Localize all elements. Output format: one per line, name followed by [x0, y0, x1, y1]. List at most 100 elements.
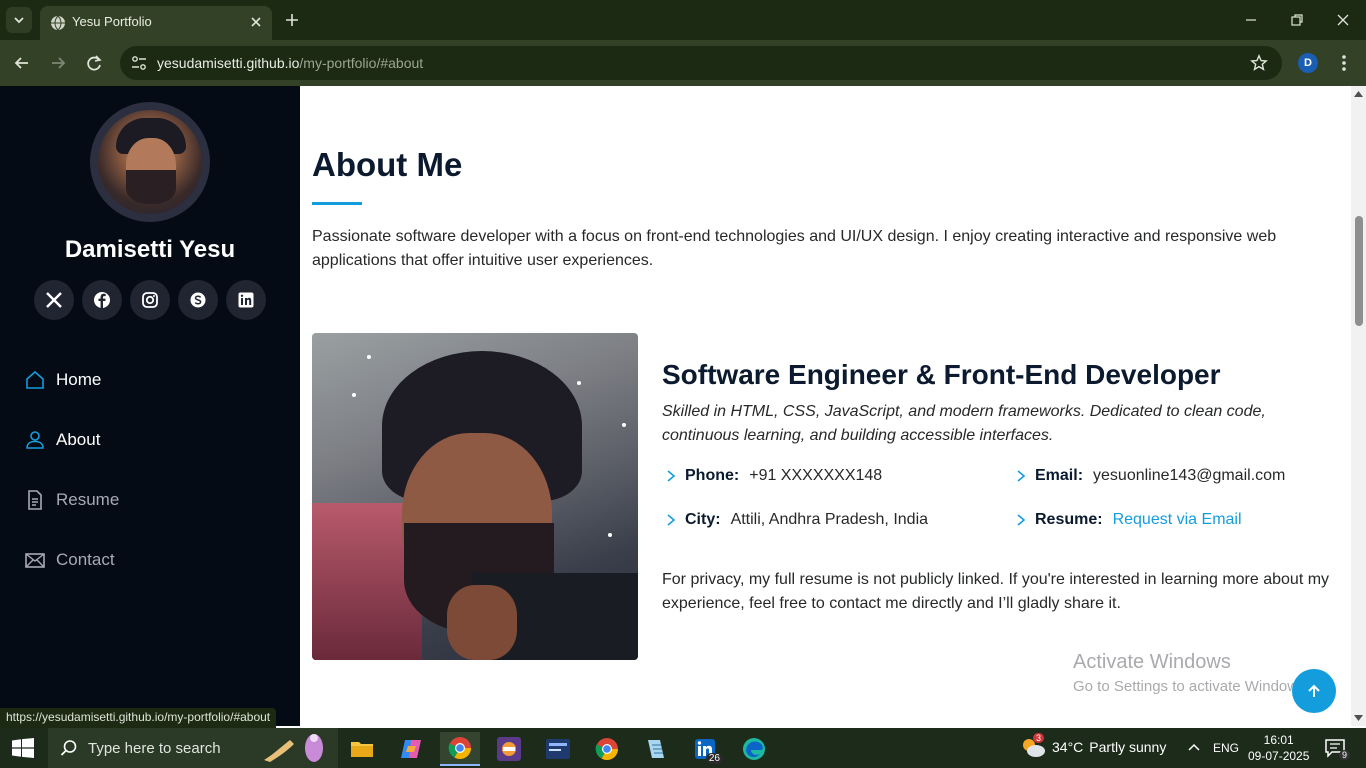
skype-icon	[190, 292, 206, 308]
notification-center[interactable]: 9	[1324, 738, 1350, 760]
taskbar-edge[interactable]	[734, 732, 774, 766]
new-tab-plus-icon[interactable]	[282, 10, 302, 30]
reload-icon[interactable]	[83, 52, 105, 74]
weather-condition: Partly sunny	[1089, 739, 1167, 755]
taskbar-search[interactable]: Type here to search	[48, 728, 338, 768]
site-settings-icon[interactable]	[130, 54, 148, 72]
chevron-right-icon	[667, 470, 676, 482]
clock-time: 16:01	[1263, 733, 1294, 747]
chevron-right-icon	[667, 514, 676, 526]
url-text[interactable]: yesudamisetti.github.io/my-portfolio/#ab…	[157, 55, 423, 71]
tab-search-button[interactable]	[6, 7, 32, 33]
scroll-down-icon[interactable]	[1354, 715, 1363, 721]
address-bar[interactable]: yesudamisetti.github.io/my-portfolio/#ab…	[120, 46, 1282, 80]
instagram-link[interactable]	[130, 280, 170, 320]
nav-label-resume: Resume	[56, 490, 120, 509]
chevron-up-icon[interactable]	[1186, 740, 1202, 756]
minimize-icon[interactable]	[1241, 10, 1261, 30]
search-icon	[60, 740, 77, 756]
nav-item-home[interactable]: Home	[24, 350, 119, 410]
taskbar-app-game[interactable]	[489, 732, 529, 766]
back-arrow-icon[interactable]	[11, 52, 33, 74]
chrome-icon	[448, 737, 471, 759]
taskbar-search-placeholder: Type here to search	[88, 740, 221, 757]
folder-icon	[351, 742, 373, 757]
globe-icon	[51, 15, 65, 31]
taskbar-chrome[interactable]	[587, 732, 627, 766]
nav-item-about[interactable]: About	[24, 410, 119, 470]
edge-icon	[743, 738, 765, 760]
weather-widget[interactable]: 3 34°C Partly sunny	[1020, 733, 1167, 758]
taskbar-file-explorer[interactable]	[342, 732, 382, 766]
game-app-icon	[497, 737, 521, 761]
taskbar-app-mysql[interactable]	[538, 732, 578, 766]
role-title: Software Engineer & Front-End Developer	[662, 359, 1221, 390]
x-twitter-link[interactable]	[34, 280, 74, 320]
city-label: City:	[685, 511, 721, 528]
taskbar-copilot[interactable]	[391, 732, 431, 766]
page-scrollbar[interactable]	[1351, 86, 1366, 726]
about-intro: Passionate software developer with a foc…	[312, 228, 1277, 269]
email-label: Email:	[1035, 467, 1084, 484]
nav-label-home: Home	[56, 370, 102, 389]
bookmark-star-icon[interactable]	[1250, 54, 1268, 72]
copilot-icon	[401, 740, 421, 758]
about-section: About Me Passionate software developer w…	[300, 86, 1351, 726]
taskbar-chrome-profile[interactable]	[440, 732, 480, 766]
info-resume: Resume: Request via Email	[1014, 511, 1242, 529]
temperature: 34°C	[1052, 739, 1084, 755]
facebook-icon	[94, 292, 110, 308]
main-nav: Home About Resume Contact	[24, 350, 119, 590]
section-title: About Me	[312, 146, 463, 183]
chrome-icon	[595, 738, 618, 760]
nav-label-about: About	[56, 430, 101, 449]
browser-toolbar: yesudamisetti.github.io/my-portfolio/#ab…	[0, 40, 1366, 86]
nav-label-contact: Contact	[56, 550, 115, 569]
notepad-icon	[648, 740, 664, 758]
taskbar-app-notepad[interactable]	[636, 732, 676, 766]
search-highlight-icon	[264, 734, 323, 762]
facebook-link[interactable]	[82, 280, 122, 320]
windows-taskbar: Type here to search 26 3 34°C Partly sun…	[0, 728, 1366, 768]
phone-value: +91 XXXXXXX148	[749, 467, 883, 484]
clock[interactable]: 16:01 09-07-2025	[1248, 732, 1309, 764]
role-description: Skilled in HTML, CSS, JavaScript, and mo…	[662, 403, 1266, 444]
link-status-bubble: https://yesudamisetti.github.io/my-portf…	[0, 708, 277, 728]
nav-item-contact[interactable]: Contact	[24, 530, 119, 590]
profile-photo	[90, 102, 210, 222]
more-vertical-icon[interactable]	[1334, 52, 1354, 74]
weather-badge: 3	[1033, 733, 1045, 743]
envelope-icon	[25, 553, 45, 568]
profile-large-photo	[312, 333, 638, 660]
skype-link[interactable]	[178, 280, 218, 320]
forward-arrow-icon[interactable]	[47, 52, 69, 74]
privacy-note: For privacy, my full resume is not publi…	[662, 571, 1330, 612]
mysql-workbench-icon	[546, 739, 570, 759]
email-value: yesuonline143@gmail.com	[1093, 467, 1286, 484]
window-close-icon[interactable]	[1333, 10, 1353, 30]
scrollbar-thumb[interactable]	[1355, 216, 1363, 326]
windows-start-icon[interactable]	[12, 738, 34, 758]
linkedin-link[interactable]	[226, 280, 266, 320]
close-icon[interactable]	[248, 14, 264, 30]
profile-name: Damisetti Yesu	[64, 236, 236, 263]
back-to-top-button[interactable]	[1292, 669, 1336, 713]
taskbar-linkedin[interactable]: 26	[685, 732, 725, 766]
chevron-down-icon	[14, 17, 24, 24]
scroll-up-icon[interactable]	[1354, 91, 1363, 97]
person-icon	[26, 431, 44, 449]
weather-icon-wrap: 3	[1020, 733, 1046, 758]
activate-windows-watermark: Activate Windows Go to Settings to activ…	[1073, 651, 1310, 695]
restore-icon[interactable]	[1287, 10, 1307, 30]
info-city: City: Attili, Andhra Pradesh, India	[664, 511, 928, 529]
social-links	[34, 280, 266, 320]
house-icon	[26, 370, 44, 389]
clock-date: 09-07-2025	[1248, 749, 1310, 763]
nav-item-resume[interactable]: Resume	[24, 470, 119, 530]
profile-avatar[interactable]: D	[1298, 53, 1318, 73]
language-indicator[interactable]: ENG	[1213, 741, 1239, 755]
request-resume-link[interactable]: Request via Email	[1113, 511, 1242, 529]
watermark-line2: Go to Settings to activate Windows.	[1073, 678, 1310, 695]
url-path: /my-portfolio/#about	[299, 55, 424, 71]
browser-tab[interactable]: Yesu Portfolio	[40, 6, 272, 40]
